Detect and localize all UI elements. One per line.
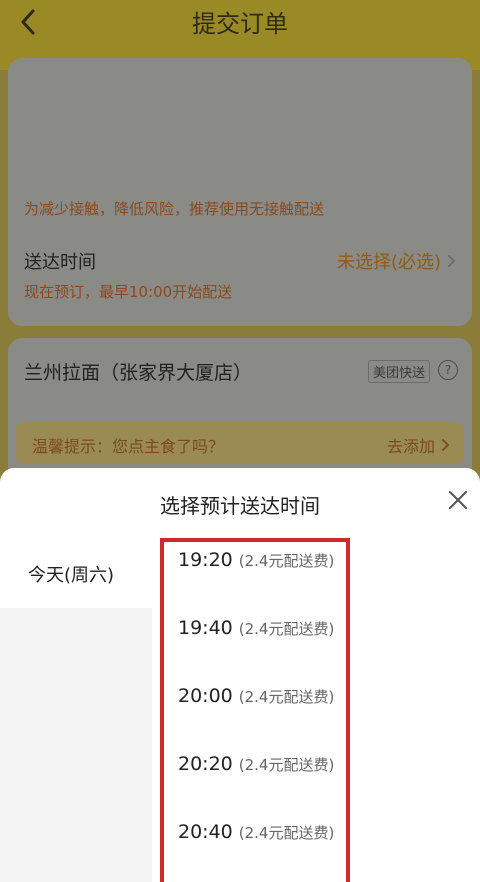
warm-tip-text: 温馨提示：您点主食了吗？ [32,437,225,456]
delivery-badge: 美团快送 [367,360,430,383]
delivery-time-value: 未选择(必选) [336,252,441,273]
shop-card: 兰州拉面（张家界大厦店） 美团快送 ? 温馨提示：您点主食了吗？ 去添加 [8,338,472,478]
contactless-tip: 为减少接触，降低风险，推荐使用无接触配送 [24,200,325,218]
sheet-title: 选择预计送达时间 [160,494,320,518]
shop-name: 兰州拉面（张家界大厦店） [24,362,253,384]
chevron-right-icon [448,255,456,267]
delivery-time-select[interactable]: 未选择(必选) [337,248,456,274]
close-icon [449,491,467,509]
page-title: 提交订单 [192,10,288,38]
day-column: 今天(周六) [0,540,152,882]
day-item-today[interactable]: 今天(周六) [0,540,152,608]
order-card: 为减少接触，降低风险，推荐使用无接触配送 送达时间 未选择(必选) 现在预订，最… [8,58,472,326]
add-staple-link[interactable]: 去添加 [387,433,450,457]
close-button[interactable] [446,488,470,512]
add-link-label: 去添加 [386,437,435,456]
delivery-time-label: 送达时间 [24,252,96,273]
chevron-right-icon [442,439,450,451]
delivery-earliest-note: 现在预订，最早10:00开始配送 [24,283,233,301]
warm-tip-bar[interactable]: 温馨提示：您点主食了吗？ 去添加 [16,422,464,464]
annotation-highlight-box [160,538,350,882]
question-circle-icon[interactable]: ? [438,360,458,380]
